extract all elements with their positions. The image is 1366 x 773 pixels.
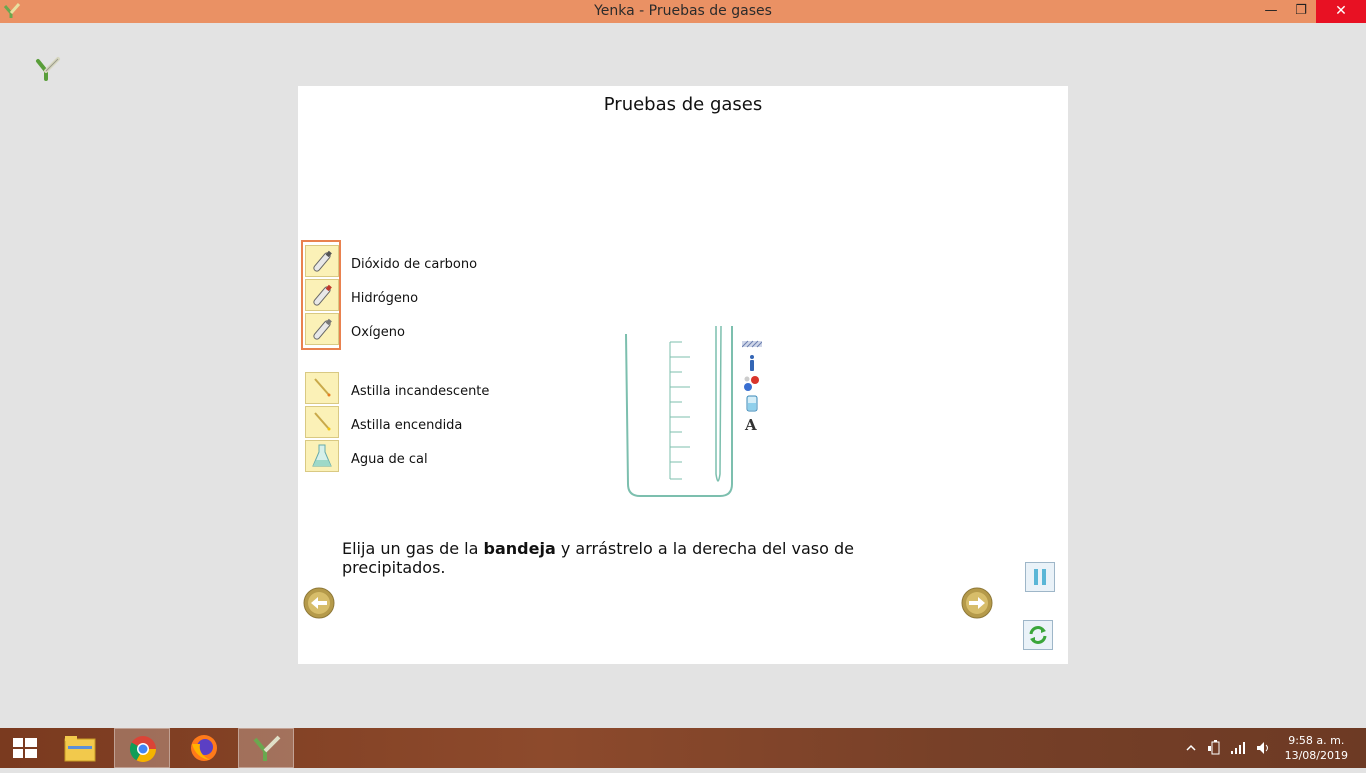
taskbar-chrome[interactable] bbox=[114, 728, 170, 768]
previous-button[interactable] bbox=[303, 587, 335, 619]
test-item-lit-splint[interactable] bbox=[305, 406, 339, 438]
text-icon[interactable]: A bbox=[742, 414, 762, 434]
flask-icon bbox=[312, 444, 332, 467]
folder-icon bbox=[64, 736, 96, 762]
gas-item-carbon-dioxide[interactable] bbox=[305, 245, 339, 277]
chevron-up-icon[interactable] bbox=[1183, 740, 1199, 756]
clock-time: 9:58 a. m. bbox=[1288, 734, 1345, 747]
battery-icon[interactable] bbox=[1206, 740, 1222, 756]
window-title: Yenka - Pruebas de gases bbox=[594, 3, 772, 19]
beaker-tools: A bbox=[741, 334, 763, 434]
instruction-part: Elija un gas de la bbox=[342, 539, 484, 558]
test-label-lit-splint: Astilla encendida bbox=[351, 418, 463, 433]
taskbar-firefox[interactable] bbox=[176, 728, 232, 768]
chrome-icon bbox=[129, 736, 157, 763]
page-title: Pruebas de gases bbox=[603, 94, 763, 115]
next-button[interactable] bbox=[961, 587, 993, 619]
start-button[interactable] bbox=[0, 728, 50, 768]
simulation-panel: Pruebas de gases Dióxido de carbono Hidr… bbox=[298, 86, 1068, 664]
reset-button[interactable] bbox=[1023, 620, 1053, 650]
gas-label-hydrogen: Hidrógeno bbox=[351, 291, 419, 306]
restore-button[interactable]: ❐ bbox=[1286, 0, 1316, 23]
splint-icon bbox=[314, 412, 331, 431]
pause-button[interactable] bbox=[1025, 562, 1055, 592]
volume-icon[interactable] bbox=[1255, 740, 1271, 756]
firefox-icon bbox=[191, 735, 217, 761]
test-label-limewater: Agua de cal bbox=[351, 452, 428, 467]
close-button[interactable]: ✕ bbox=[1316, 0, 1366, 23]
gas-cylinder-red-icon bbox=[313, 284, 332, 306]
taskbar-yenka[interactable] bbox=[238, 728, 294, 768]
svg-text:A: A bbox=[744, 416, 757, 433]
system-clock[interactable]: 9:58 a. m. 13/08/2019 bbox=[1285, 733, 1348, 763]
yenka-logo-icon[interactable] bbox=[34, 55, 62, 83]
minimize-button[interactable]: — bbox=[1256, 0, 1286, 23]
test-label-glowing-splint: Astilla incandescente bbox=[351, 384, 490, 399]
test-item-glowing-splint[interactable] bbox=[305, 372, 339, 404]
instruction-bold: bandeja bbox=[483, 539, 556, 558]
title-bar: Yenka - Pruebas de gases — ❐ ✕ bbox=[0, 0, 1366, 23]
beaker[interactable] bbox=[620, 324, 740, 499]
taskbar: 9:58 a. m. 13/08/2019 bbox=[0, 728, 1366, 768]
refresh-icon bbox=[1029, 626, 1047, 644]
gas-cylinder-icon bbox=[313, 250, 332, 272]
info-icon[interactable] bbox=[742, 354, 762, 373]
pause-icon bbox=[1034, 569, 1046, 585]
yenka-taskbar-icon bbox=[253, 735, 281, 761]
network-icon[interactable] bbox=[1230, 740, 1246, 756]
clock-date: 13/08/2019 bbox=[1284, 749, 1348, 762]
gas-cylinder-icon bbox=[313, 318, 332, 340]
molecule-icon[interactable] bbox=[742, 374, 762, 393]
gas-label-carbon-dioxide: Dióxido de carbono bbox=[351, 257, 478, 272]
taskbar-file-explorer[interactable] bbox=[52, 728, 108, 768]
splint-icon bbox=[314, 378, 331, 397]
test-item-limewater[interactable] bbox=[305, 440, 339, 472]
gas-label-oxygen: Oxígeno bbox=[351, 325, 405, 340]
instruction-text: Elija un gas de la bandeja y arrástrelo … bbox=[342, 539, 902, 577]
gas-item-oxygen[interactable] bbox=[305, 313, 339, 345]
hatch-icon[interactable] bbox=[741, 334, 763, 353]
beaker-small-icon[interactable] bbox=[742, 394, 762, 413]
gas-item-hydrogen[interactable] bbox=[305, 279, 339, 311]
windows-icon bbox=[13, 738, 37, 758]
